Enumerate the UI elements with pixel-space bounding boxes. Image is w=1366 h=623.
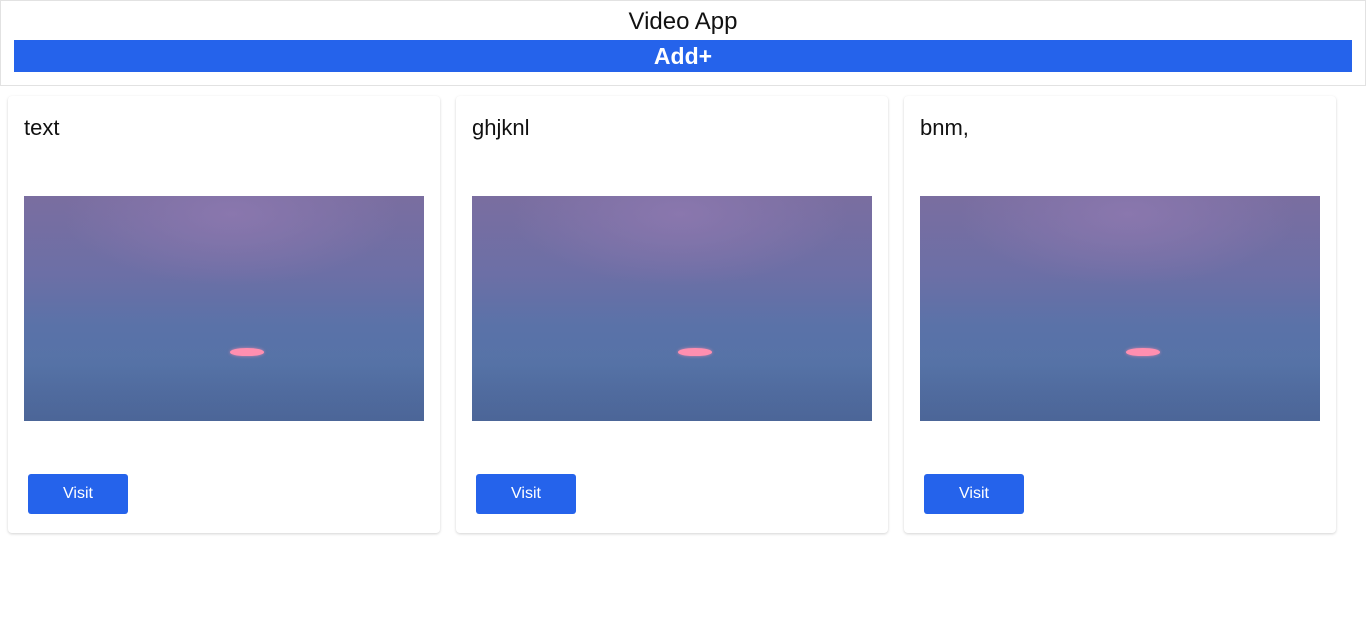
video-card: ghjknl Visit: [456, 96, 888, 533]
thumbnail-sun: [1126, 348, 1160, 356]
visit-button[interactable]: Visit: [28, 474, 128, 514]
thumbnail-sun: [230, 348, 264, 356]
video-card: bnm, Visit: [904, 96, 1336, 533]
video-card-title: ghjknl: [472, 115, 530, 140]
video-thumbnail: [24, 196, 424, 421]
visit-button[interactable]: Visit: [476, 474, 576, 514]
video-card-title: text: [24, 115, 60, 140]
thumbnail-sea: [472, 356, 872, 421]
video-card-title: bnm,: [920, 115, 969, 140]
thumbnail-sea: [920, 356, 1320, 421]
video-card: text Visit: [8, 96, 440, 533]
thumbnail-sea: [24, 356, 424, 421]
video-thumbnail: [920, 196, 1320, 421]
video-thumbnail: [472, 196, 872, 421]
video-card-list: text Visit ghjknl Visit bnm, Visit: [0, 0, 1366, 623]
visit-button[interactable]: Visit: [924, 474, 1024, 514]
thumbnail-sun: [678, 348, 712, 356]
